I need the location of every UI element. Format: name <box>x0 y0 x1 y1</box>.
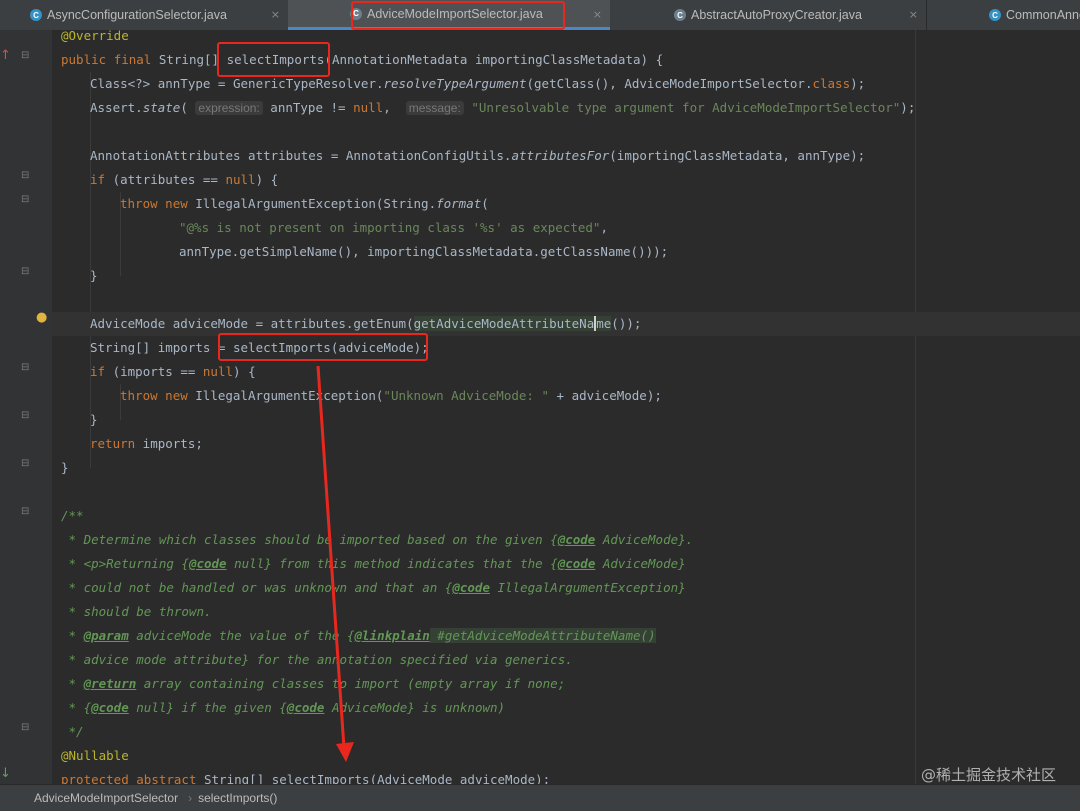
editor-gutter: ↑ ⊟ ⊟ ⊟ ⊟ ● ⊟ ⊟ ⊟ ⊟ ⊟ ↓ <box>0 30 52 784</box>
doc-line: * <p>Returning {@code null} from this me… <box>61 556 686 571</box>
highlight-box-select-imports-call <box>218 333 428 361</box>
tab-label: AsyncConfigurationSelector.java <box>47 8 227 22</box>
code-line: @Nullable <box>61 748 129 763</box>
tab-abstract-auto-proxy-creator[interactable]: C AbstractAutoProxyCreator.java × <box>610 0 926 30</box>
doc-line: * {@code null} if the given {@code Advic… <box>61 700 506 715</box>
code-line: throw new IllegalArgumentException("Unkn… <box>120 388 662 403</box>
highlight-box-select-imports-declaration <box>217 42 330 77</box>
highlight-box-active-tab <box>351 1 565 30</box>
bulb-icon[interactable]: ● <box>36 310 47 325</box>
code-line: Assert.state( expression: annType != nul… <box>90 100 916 115</box>
code-line: public final String[] selectImports(Anno… <box>61 52 664 67</box>
code-line: } <box>90 412 98 427</box>
watermark: @稀土掘金技术社区 <box>920 766 1056 784</box>
tab-label: CommonAnno <box>1006 8 1080 22</box>
parameter-hint: message: <box>405 101 464 115</box>
code-line: return imports; <box>90 436 203 451</box>
code-line: if (imports == null) { <box>90 364 256 379</box>
breadcrumb-separator-icon: › <box>188 791 193 805</box>
fold-icon[interactable]: ⊟ <box>21 362 29 373</box>
doc-line: * could not be handled or was unknown an… <box>61 580 686 595</box>
fold-icon[interactable]: ⊟ <box>21 506 29 517</box>
doc-line: /** <box>61 508 84 523</box>
close-icon[interactable]: × <box>593 8 602 21</box>
breadcrumb-class[interactable]: AdviceModeImportSelector <box>34 791 178 805</box>
class-icon: C <box>674 9 686 21</box>
doc-line: * Determine which classes should be impo… <box>61 532 694 547</box>
breadcrumb: AdviceModeImportSelector › selectImports… <box>0 784 1080 811</box>
parameter-hint: expression: <box>195 101 263 115</box>
fold-icon[interactable]: ⊟ <box>21 194 29 205</box>
code-line: @Override <box>61 28 129 43</box>
tab-async-configuration-selector[interactable]: C AsyncConfigurationSelector.java × <box>0 0 288 30</box>
doc-line: * @param adviceMode the value of the {@l… <box>61 628 656 643</box>
doc-line: * @return array containing classes to im… <box>61 676 566 691</box>
code-line: } <box>90 268 98 283</box>
code-line: AnnotationAttributes attributes = Annota… <box>90 148 866 163</box>
tab-label: AbstractAutoProxyCreator.java <box>691 8 862 22</box>
breadcrumb-method[interactable]: selectImports() <box>198 791 277 805</box>
class-icon: C <box>30 9 42 21</box>
code-line: } <box>61 460 69 475</box>
implement-arrow-icon[interactable]: ↓ <box>0 766 11 781</box>
tab-common-anno[interactable]: C CommonAnno <box>926 0 1080 30</box>
fold-icon[interactable]: ⊟ <box>21 266 29 277</box>
fold-icon[interactable]: ⊟ <box>21 50 29 61</box>
code-line: Class<?> annType = GenericTypeResolver.r… <box>90 76 866 91</box>
fold-icon[interactable]: ⊟ <box>21 722 29 733</box>
fold-icon[interactable]: ⊟ <box>21 410 29 421</box>
code-line: if (attributes == null) { <box>90 172 279 187</box>
override-arrow-icon[interactable]: ↑ <box>0 48 11 63</box>
doc-line: * should be thrown. <box>61 604 212 619</box>
close-icon[interactable]: × <box>271 8 280 21</box>
doc-line: */ <box>61 724 84 739</box>
code-editor[interactable]: @Override public final String[] selectIm… <box>52 28 1080 787</box>
fold-icon[interactable]: ⊟ <box>21 170 29 181</box>
code-line: annType.getSimpleName(), importingClassM… <box>179 244 669 259</box>
class-icon: C <box>989 9 1001 21</box>
code-line: "@%s is not present on importing class '… <box>179 220 608 235</box>
code-line: throw new IllegalArgumentException(Strin… <box>120 196 489 211</box>
highlighted-call: getAdviceModeAttributeNa me <box>413 316 612 331</box>
close-icon[interactable]: × <box>909 8 918 21</box>
doc-line: * advice mode attribute} for the annotat… <box>61 652 573 667</box>
fold-icon[interactable]: ⊟ <box>21 458 29 469</box>
